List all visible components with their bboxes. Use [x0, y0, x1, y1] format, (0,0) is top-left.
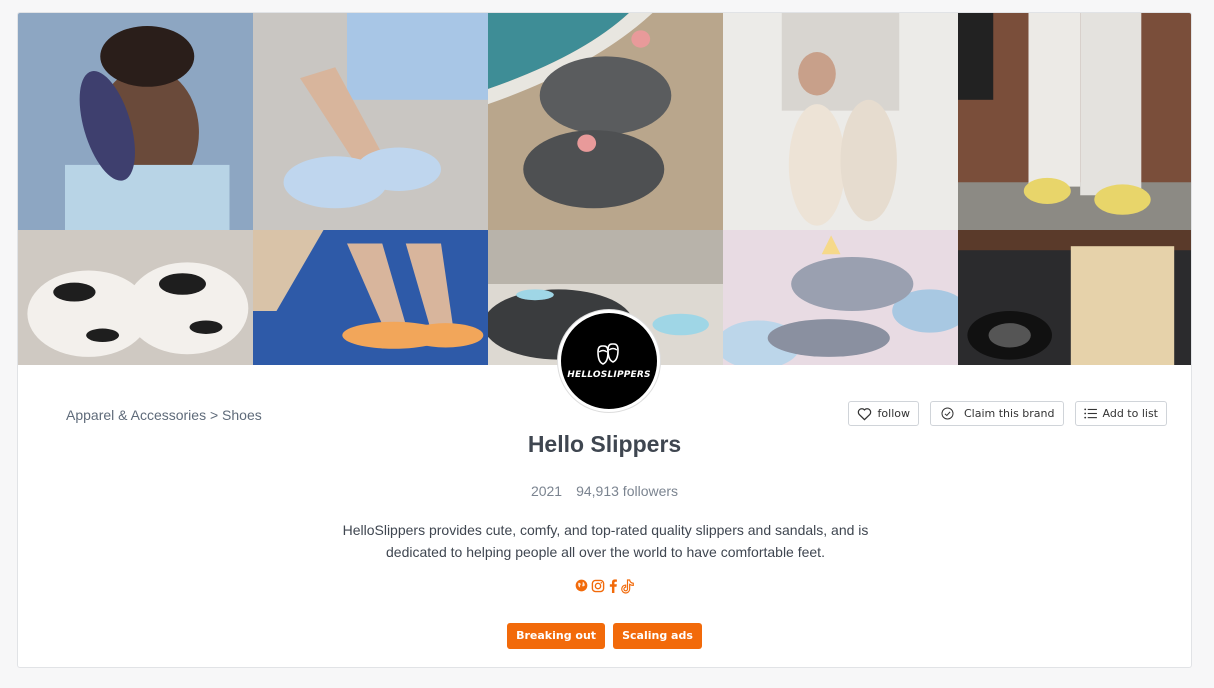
claim-brand-label: Claim this brand — [963, 407, 1055, 420]
brand-name: Hello Slippers — [527, 431, 682, 457]
banner-photo-orange-slippers-by-pool — [253, 230, 488, 365]
claim-brand-button[interactable]: Claim this brand — [929, 401, 1064, 426]
check-circle-icon — [941, 407, 954, 420]
follow-label: follow — [877, 407, 910, 420]
brand-logo: HELLOSLIPPERS — [558, 310, 660, 412]
banner-photo-beige-pants-near-car — [958, 230, 1191, 365]
banner-photo-cow-plush-slippers — [18, 230, 253, 365]
instagram-icon[interactable] — [591, 579, 605, 593]
banner-photo-hand-holding-cream-slides — [723, 13, 958, 230]
brand-actions: follow Claim this brand Add to list — [847, 401, 1167, 426]
add-to-list-button[interactable]: Add to list — [1074, 401, 1167, 426]
logo-wordmark: HELLOSLIPPERS — [567, 370, 651, 380]
add-to-list-label: Add to list — [1102, 407, 1159, 420]
breadcrumb-subcategory[interactable]: Shoes — [222, 407, 262, 423]
social-links — [18, 579, 1191, 594]
banner-photo-light-blue-slides-on-legs — [253, 13, 488, 230]
tag-scaling-ads[interactable]: Scaling ads — [613, 623, 702, 649]
list-icon — [1083, 408, 1097, 419]
brand-meta: 2021 94,913 followers — [18, 483, 1191, 499]
follow-button[interactable]: follow — [847, 401, 919, 426]
tiktok-icon[interactable] — [621, 579, 634, 594]
website-icon[interactable] — [575, 579, 588, 592]
heart-icon — [857, 407, 871, 420]
brand-tags: Breaking out Scaling ads — [18, 623, 1191, 649]
founded-year: 2021 — [530, 483, 563, 499]
banner-photo-grey-shark-slides-on-sand — [488, 13, 723, 230]
breadcrumb-category[interactable]: Apparel & Accessories — [66, 407, 206, 423]
breadcrumb: Apparel & Accessories > Shoes — [66, 407, 262, 423]
facebook-icon[interactable] — [608, 579, 618, 593]
breadcrumb-separator: > — [209, 407, 219, 423]
banner-photo-unicorn-shark-slides — [723, 230, 958, 365]
brand-card: HELLOSLIPPERS Apparel & Accessories > Sh… — [17, 12, 1192, 668]
slippers-icon — [597, 343, 619, 365]
follower-count: 94,913 followers — [576, 483, 679, 499]
brand-description: HelloSlippers provides cute, comfy, and … — [342, 522, 869, 560]
banner-photo-person-holding-shark-slide — [18, 13, 253, 230]
banner-photo-white-pants-smiley-slippers — [958, 13, 1191, 230]
tag-breaking-out[interactable]: Breaking out — [507, 623, 606, 649]
